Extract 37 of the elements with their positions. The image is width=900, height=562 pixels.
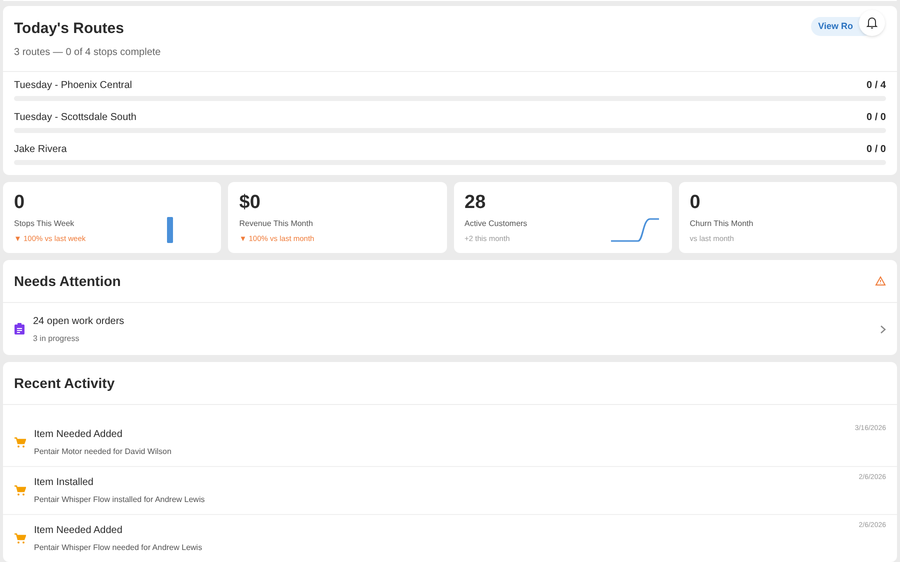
- route-name: Tuesday - Scottsdale South: [14, 111, 136, 125]
- clipboard-icon: [14, 323, 25, 335]
- activity-detail: Pentair Whisper Flow installed for Andrew Lewis: [34, 494, 206, 506]
- stat-label: Revenue This Month: [239, 218, 314, 230]
- stat-label: Active Customers: [464, 218, 528, 230]
- stops-count: 0 / 0: [866, 143, 886, 157]
- stops-count: 0 / 4: [866, 79, 886, 93]
- card-title: Needs Attention: [14, 272, 121, 290]
- route-name: Tuesday - Phoenix Central: [14, 79, 132, 93]
- work-orders-row[interactable]: 24 open work orders 3 in progress: [3, 303, 897, 355]
- activity-title: Item Installed: [34, 476, 94, 490]
- activity-title: Item Needed Added: [34, 524, 124, 538]
- activity-detail: Pentair Whisper Flow needed for Andrew Lewis: [34, 542, 204, 554]
- warning-icon: [875, 276, 886, 286]
- activity-title: Item Needed Added: [34, 428, 124, 442]
- stat-value: $0: [239, 192, 262, 214]
- card-title: Today's Routes: [14, 18, 124, 38]
- notification-button[interactable]: [859, 10, 885, 36]
- activity-detail: Pentair Motor needed for David Wilson: [34, 446, 172, 458]
- stat-label: Churn This Month: [690, 218, 754, 230]
- bell-icon: [866, 16, 878, 29]
- cart-icon: [14, 436, 26, 448]
- stops-count: 0 / 0: [866, 111, 886, 125]
- stat-value: 28: [464, 192, 487, 214]
- stat-value: 0: [690, 192, 702, 214]
- card-subtitle: 3 routes — 0 of 4 stops complete: [14, 46, 162, 60]
- bar-chart-icon: [166, 217, 174, 243]
- chevron-right-icon: [880, 324, 886, 334]
- line-chart-icon: [610, 217, 660, 243]
- stat-value: 0: [14, 192, 26, 214]
- stat-label: Stops This Week: [14, 218, 76, 230]
- row-title: 24 open work orders: [33, 314, 126, 328]
- route-name: Jake Rivera: [14, 143, 67, 157]
- cart-icon: [14, 485, 26, 496]
- cart-icon: [14, 533, 26, 544]
- card-title: Recent Activity: [14, 374, 115, 393]
- row-subtitle: 3 in progress: [33, 332, 80, 344]
